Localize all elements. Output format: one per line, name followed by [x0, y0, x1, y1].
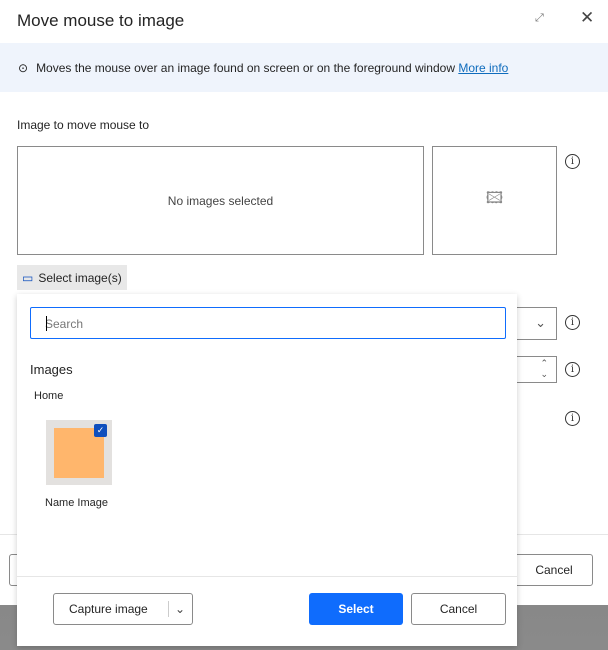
chevron-down-icon[interactable]: ⌄: [169, 602, 185, 616]
info-icon[interactable]: i: [565, 411, 580, 426]
info-icon[interactable]: i: [565, 362, 580, 377]
image-icon: ▭: [22, 270, 34, 285]
group-heading: Home: [34, 390, 64, 402]
image-label: Image to move mouse to: [17, 118, 150, 132]
info-icon[interactable]: i: [565, 315, 580, 330]
description-bar: ⊙ Moves the mouse over an image found on…: [0, 43, 608, 92]
cancel-button[interactable]: Cancel: [505, 554, 593, 586]
select-button[interactable]: Select: [309, 593, 403, 625]
image-name: Name Image: [45, 497, 108, 509]
popup-divider: [17, 576, 517, 577]
no-images-text: No images selected: [167, 193, 274, 208]
image-list-box[interactable]: No images selected: [17, 146, 424, 255]
select-images-button[interactable]: ▭ Select image(s): [17, 265, 127, 290]
dialog-title: Move mouse to image: [17, 11, 185, 30]
select-images-label: Select image(s): [38, 270, 122, 285]
description-text: Moves the mouse over an image found on s…: [36, 60, 455, 75]
checkbox-checked-icon[interactable]: ✓: [94, 424, 107, 437]
popup-cancel-button[interactable]: Cancel: [411, 593, 506, 625]
mouse-icon: ⊙: [18, 60, 29, 75]
image-preview: 🖾: [432, 146, 557, 255]
more-info-link[interactable]: More info: [458, 61, 508, 75]
search-input[interactable]: Search: [30, 307, 506, 339]
image-icon: 🖾: [485, 190, 504, 207]
expand-icon[interactable]: ⤢: [535, 12, 544, 25]
capture-image-button[interactable]: Capture image ⌄: [53, 593, 193, 625]
image-thumbnail[interactable]: ✓: [46, 420, 112, 485]
info-icon[interactable]: i: [565, 154, 580, 169]
images-heading: Images: [30, 362, 73, 377]
capture-label: Capture image: [69, 602, 148, 616]
close-icon[interactable]: ✕: [580, 8, 594, 28]
image-picker-popup: Search Images Home ✓ Name Image Capture …: [17, 294, 517, 646]
